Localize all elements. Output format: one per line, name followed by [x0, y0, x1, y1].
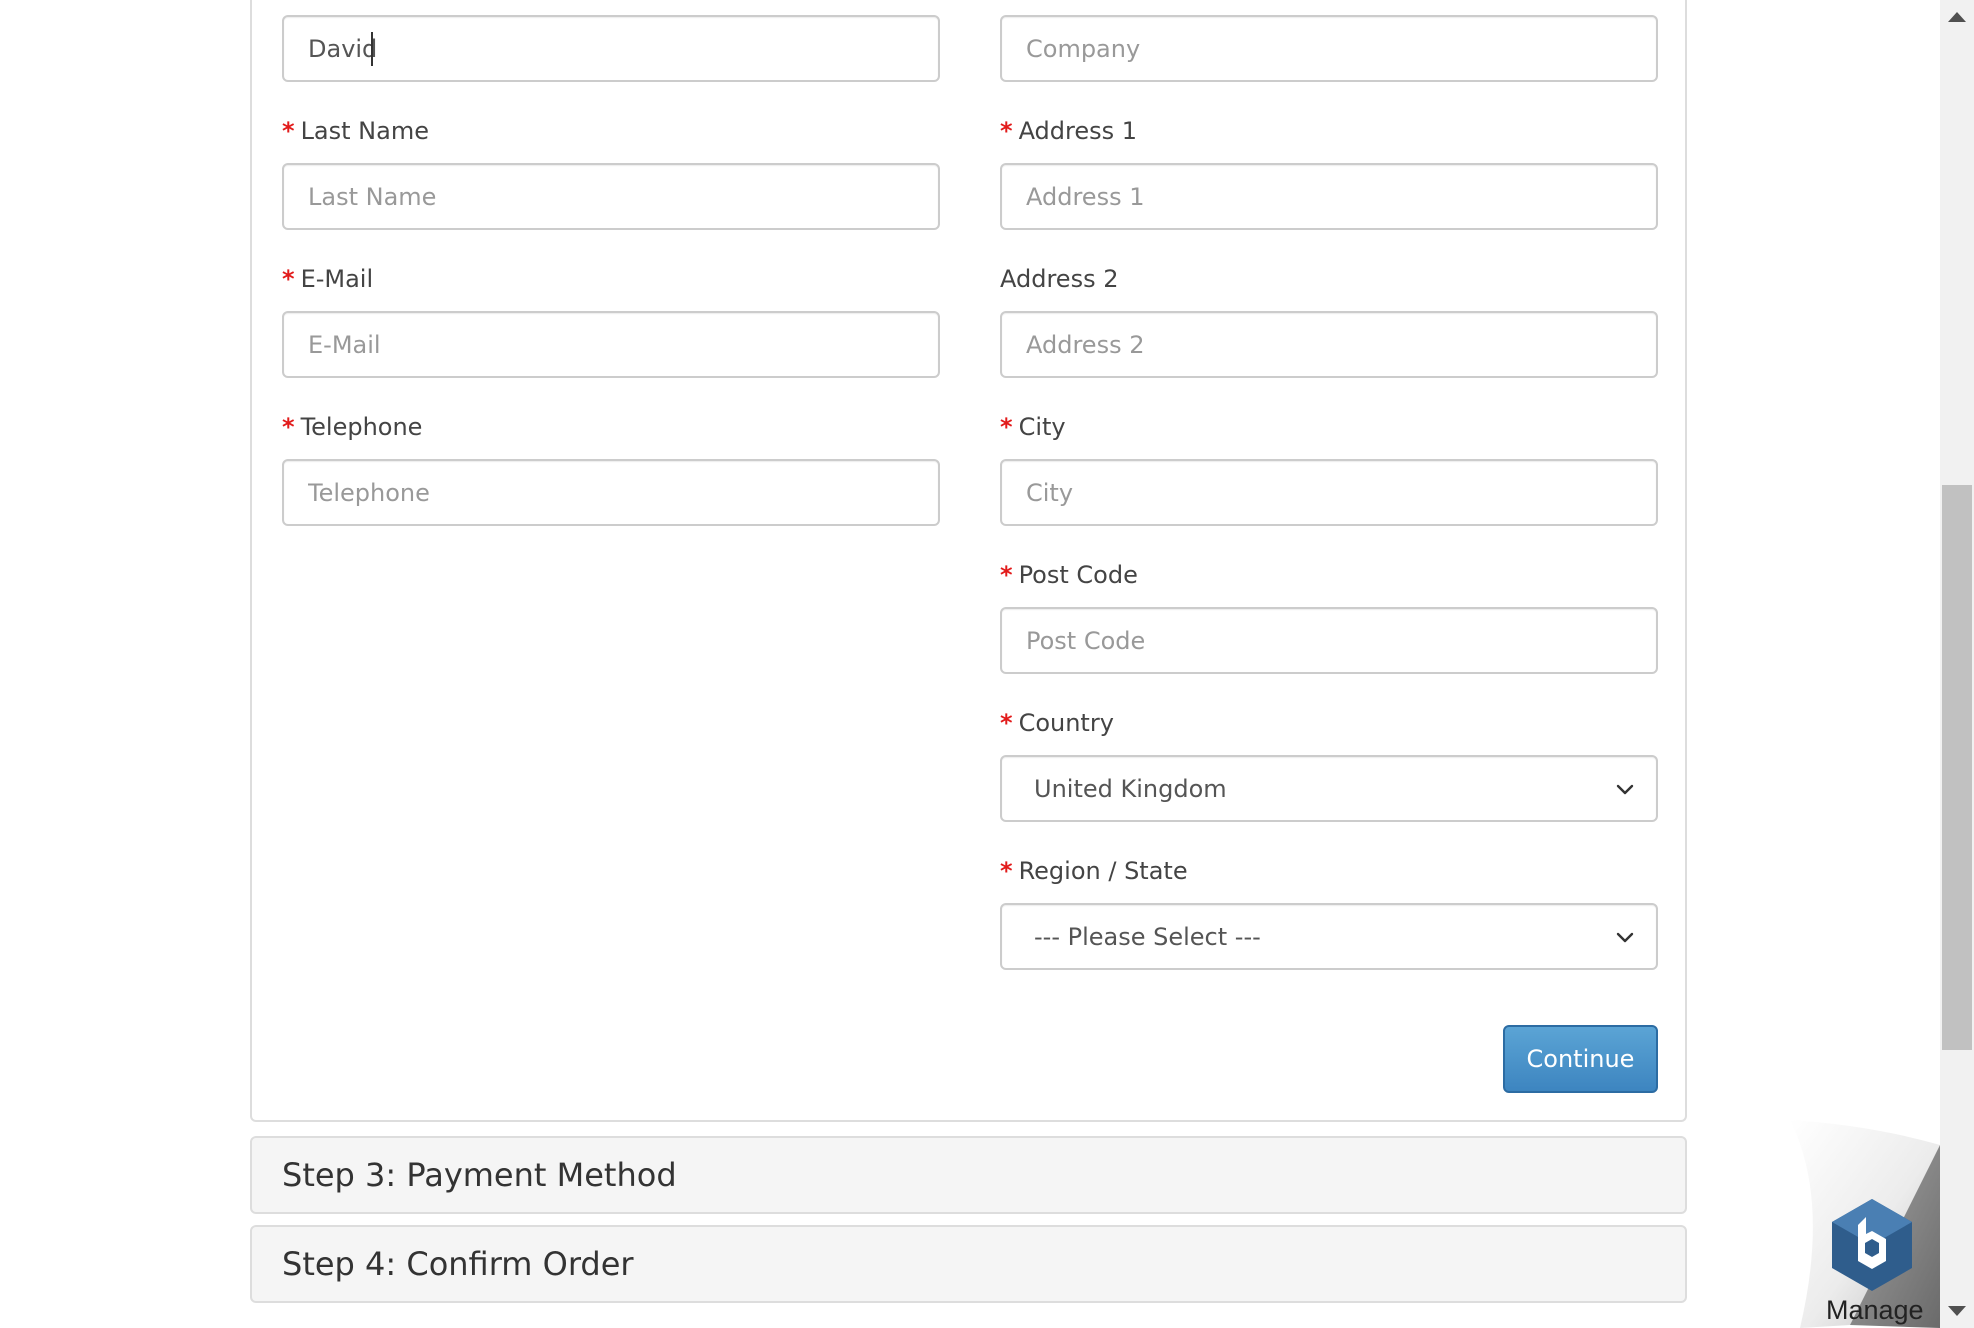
- text-cursor: [371, 32, 373, 66]
- vertical-scrollbar[interactable]: [1940, 0, 1974, 1328]
- last-name-label-text: Last Name: [300, 117, 429, 145]
- country-label-text: Country: [1018, 709, 1114, 737]
- required-marker: *: [1000, 413, 1013, 441]
- checkout-page: *Last Name *E-Mail *Telephone *Address 1…: [0, 0, 1974, 1328]
- manage-logo-icon[interactable]: [1826, 1195, 1918, 1295]
- address1-label-text: Address 1: [1018, 117, 1138, 145]
- step-3-title: Step 3: Payment Method: [282, 1156, 677, 1194]
- postcode-label-text: Post Code: [1018, 561, 1138, 589]
- step-4-confirm-order[interactable]: Step 4: Confirm Order: [250, 1225, 1687, 1303]
- chevron-down-icon: [1614, 926, 1636, 948]
- required-marker: *: [1000, 709, 1013, 737]
- scroll-down-arrow-icon[interactable]: [1948, 1306, 1966, 1316]
- required-marker: *: [1000, 857, 1013, 885]
- region-selected-value: --- Please Select ---: [1034, 922, 1261, 951]
- city-input[interactable]: [1000, 459, 1658, 526]
- step-4-title: Step 4: Confirm Order: [282, 1245, 634, 1283]
- postcode-input[interactable]: [1000, 607, 1658, 674]
- email-label-text: E-Mail: [300, 265, 374, 293]
- city-label: * City: [1000, 413, 1066, 441]
- region-select[interactable]: --- Please Select ---: [1000, 903, 1658, 970]
- manage-label[interactable]: Manage: [1826, 1295, 1924, 1326]
- scroll-thumb[interactable]: [1942, 485, 1972, 1050]
- chevron-down-icon: [1614, 778, 1636, 800]
- city-label-text: City: [1018, 413, 1066, 441]
- email-label: * E-Mail: [282, 265, 373, 293]
- address2-label: Address 2: [1000, 265, 1118, 293]
- address1-input[interactable]: [1000, 163, 1658, 230]
- address2-label-text: Address 2: [1000, 265, 1119, 293]
- telephone-label: * Telephone: [282, 413, 422, 441]
- first-name-input[interactable]: [282, 15, 940, 82]
- address1-label: * Address 1: [1000, 117, 1137, 145]
- step-3-payment-method[interactable]: Step 3: Payment Method: [250, 1136, 1687, 1214]
- required-marker: *: [282, 265, 295, 293]
- region-label-text: Region / State: [1018, 857, 1188, 885]
- last-name-label: * Last Name: [282, 117, 429, 145]
- country-label: * Country: [1000, 709, 1114, 737]
- required-marker: *: [282, 413, 295, 441]
- required-marker: *: [1000, 561, 1013, 589]
- country-select[interactable]: United Kingdom: [1000, 755, 1658, 822]
- address2-input[interactable]: [1000, 311, 1658, 378]
- scroll-up-arrow-icon[interactable]: [1948, 12, 1966, 22]
- last-name-input[interactable]: [282, 163, 940, 230]
- telephone-label-text: Telephone: [300, 413, 423, 441]
- required-marker: *: [282, 117, 295, 145]
- company-input[interactable]: [1000, 15, 1658, 82]
- country-selected-value: United Kingdom: [1034, 774, 1227, 803]
- required-marker: *: [1000, 117, 1013, 145]
- postcode-label: * Post Code: [1000, 561, 1138, 589]
- email-input[interactable]: [282, 311, 940, 378]
- region-label: * Region / State: [1000, 857, 1188, 885]
- continue-button[interactable]: Continue: [1503, 1025, 1658, 1093]
- telephone-input[interactable]: [282, 459, 940, 526]
